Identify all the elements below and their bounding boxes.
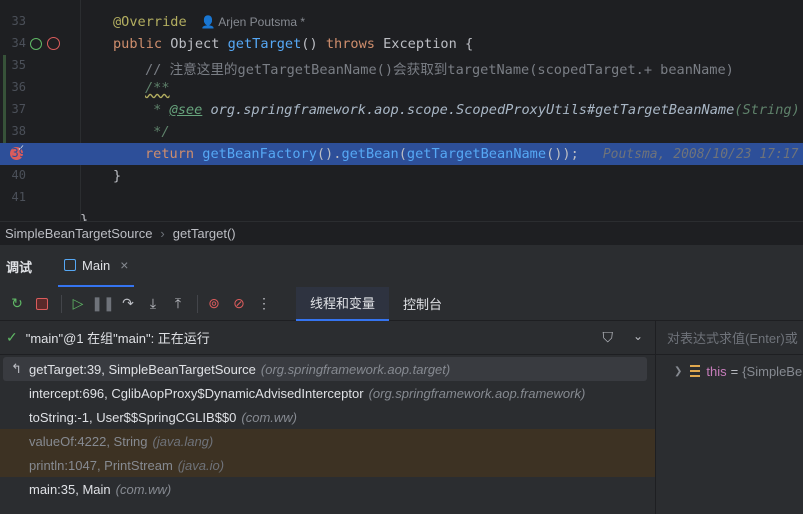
breadcrumb-class[interactable]: SimpleBeanTargetSource bbox=[5, 226, 152, 241]
frame-row[interactable]: intercept:696, CglibAopProxy$DynamicAdvi… bbox=[0, 381, 655, 405]
rerun-icon[interactable]: ↻ bbox=[6, 293, 28, 315]
more-options-icon[interactable]: ⋮ bbox=[253, 293, 275, 315]
mute-breakpoints-icon[interactable]: ⊘ bbox=[228, 293, 250, 315]
code-text: } bbox=[80, 212, 89, 221]
pause-icon[interactable]: ❚❚ bbox=[91, 293, 114, 315]
frame-package: (org.springframework.aop.framework) bbox=[368, 385, 586, 401]
frame-row[interactable]: main:35, Main (com.ww) bbox=[0, 477, 655, 501]
view-breakpoints-icon[interactable]: ⊚ bbox=[203, 293, 225, 315]
javadoc-close: */ bbox=[145, 124, 170, 140]
resume-icon[interactable]: ▷ bbox=[67, 293, 89, 315]
return-arrow-icon: ↰ bbox=[11, 361, 22, 376]
fold-glyph: ⚘ bbox=[118, 0, 125, 3]
line-number: 36 bbox=[11, 80, 26, 94]
line-number: 38 bbox=[11, 124, 26, 138]
implements-icon[interactable] bbox=[30, 38, 42, 50]
line-number: 39 bbox=[11, 146, 26, 160]
git-blame-inlay: Poutsma, 2008/10/23 17:17 bbox=[602, 147, 799, 162]
variable-value: {SimpleBe bbox=[742, 363, 803, 379]
chevron-down-icon[interactable]: ⌄ bbox=[633, 329, 643, 343]
javadoc-open: /** bbox=[145, 80, 170, 96]
frame-method: println:1047, PrintStream bbox=[29, 457, 173, 473]
thread-status: "main"@1 在组"main": 正在运行 bbox=[25, 331, 210, 346]
frame-package: (java.io) bbox=[177, 457, 225, 473]
frame-package: (java.lang) bbox=[152, 433, 214, 449]
code-text: @Override 👤 Arjen Poutsma * bbox=[113, 14, 306, 30]
variable-equals: = bbox=[730, 363, 739, 379]
frame-row-library[interactable]: valueOf:4222, String (java.lang) bbox=[0, 429, 655, 453]
breadcrumb-method[interactable]: getTarget() bbox=[173, 226, 236, 241]
frame-method: getTarget:39, SimpleBeanTargetSource bbox=[29, 361, 256, 377]
field-icon bbox=[690, 365, 701, 377]
tab-main[interactable]: Main × bbox=[58, 245, 135, 287]
author-inlay[interactable]: 👤 Arjen Poutsma * bbox=[201, 15, 305, 29]
javadoc-see: * @see org.springframework.aop.scope.Sco… bbox=[145, 102, 800, 118]
code-line-34: 34 public Object getTarget() throws Exce… bbox=[0, 33, 803, 55]
chevron-right-icon[interactable]: ❯ bbox=[674, 366, 682, 377]
code-line-40: 40 } bbox=[0, 165, 803, 187]
line-number: 34 bbox=[11, 36, 26, 50]
app-icon bbox=[64, 259, 77, 271]
chevron-right-icon: › bbox=[160, 225, 165, 241]
line-number: 37 bbox=[11, 102, 26, 116]
code-text: public Object getTarget() throws Excepti… bbox=[113, 36, 474, 52]
line-number: 41 bbox=[11, 190, 26, 204]
step-out-icon[interactable]: ⤒ bbox=[167, 293, 189, 315]
frame-method: toString:-1, User$$SpringCGLIB$$0 bbox=[29, 409, 237, 425]
frame-package: (org.springframework.aop.target) bbox=[260, 361, 451, 377]
debug-tool-window: 调试 Main × ↻ ▷ ❚❚ ↷ ⤓ ⤒ ⊚ ⊘ ⋮ 线程和变量 控制台 ✓… bbox=[0, 244, 803, 514]
stop-button[interactable] bbox=[31, 293, 53, 315]
frame-method: intercept:696, CglibAopProxy$DynamicAdvi… bbox=[29, 385, 364, 401]
frame-method: main:35, Main bbox=[29, 481, 111, 497]
line-number: 33 bbox=[11, 14, 26, 28]
step-over-icon[interactable]: ↷ bbox=[117, 293, 139, 315]
check-icon: ✓ bbox=[6, 329, 18, 345]
code-line-37: 37 * @see org.springframework.aop.scope.… bbox=[0, 99, 803, 121]
thread-selector[interactable]: ✓ "main"@1 在组"main": 正在运行 ⛉ ⌄ bbox=[0, 321, 655, 355]
code-line-36: 36 /** bbox=[0, 77, 803, 99]
tab-console[interactable]: 控制台 bbox=[389, 287, 456, 321]
frames-pane: ✓ "main"@1 在组"main": 正在运行 ⛉ ⌄ ↰ getTarge… bbox=[0, 321, 655, 514]
user-icon: 👤 bbox=[200, 15, 216, 29]
debug-header: 调试 Main × bbox=[0, 245, 803, 287]
step-into-icon[interactable]: ⤓ bbox=[142, 293, 164, 315]
frame-method: valueOf:4222, String bbox=[29, 433, 148, 449]
tab-label: Main bbox=[82, 257, 111, 273]
debug-title: 调试 bbox=[6, 259, 33, 275]
evaluate-expression-input[interactable]: 对表达式求值(Enter)或 bbox=[656, 321, 803, 355]
tab-threads-variables[interactable]: 线程和变量 bbox=[296, 286, 390, 321]
code-line-38: 38 */ bbox=[0, 121, 803, 143]
frame-row[interactable]: ↰ getTarget:39, SimpleBeanTargetSource (… bbox=[3, 357, 647, 381]
code-comment: // 注意这里的getTargetBeanName()会获取到targetNam… bbox=[145, 62, 734, 78]
toolbar-divider bbox=[61, 294, 62, 313]
frame-package: (com.ww) bbox=[241, 409, 297, 425]
variable-row[interactable]: ❯ this = {SimpleBe bbox=[656, 359, 803, 383]
filter-icon[interactable]: ⛉ bbox=[603, 329, 614, 346]
code-editor[interactable]: ⚘ 33 @Override👤 Arjen Poutsma * 34 publi… bbox=[0, 0, 803, 221]
breakpoint-method-icon[interactable] bbox=[47, 37, 60, 50]
code-line-39-current: ✓ 39 return getBeanFactory().getBean(get… bbox=[0, 143, 803, 165]
frame-package: (com.ww) bbox=[115, 481, 172, 497]
close-icon[interactable]: × bbox=[120, 257, 128, 273]
frame-row-library[interactable]: println:1047, PrintStream (java.io) bbox=[0, 453, 655, 477]
code-line-41: 41 bbox=[0, 187, 803, 209]
stop-icon bbox=[36, 297, 48, 310]
line-number: 35 bbox=[11, 58, 26, 72]
breadcrumb: SimpleBeanTargetSource › getTarget() bbox=[0, 221, 803, 244]
variable-name: this bbox=[706, 363, 727, 379]
code-text: return getBeanFactory().getBean(getTarge… bbox=[145, 146, 799, 162]
line-number: 40 bbox=[11, 168, 26, 182]
code-line-33: 33 @Override 👤 Arjen Poutsma * bbox=[0, 11, 803, 33]
frame-row[interactable]: toString:-1, User$$SpringCGLIB$$0 (com.w… bbox=[0, 405, 655, 429]
toolbar-divider bbox=[197, 294, 198, 313]
debug-toolbar: ↻ ▷ ❚❚ ↷ ⤓ ⤒ ⊚ ⊘ ⋮ 线程和变量 控制台 bbox=[0, 286, 803, 321]
code-line-35: 35 // 注意这里的getTargetBeanName()会获取到target… bbox=[0, 55, 803, 78]
code-line-42: } bbox=[0, 209, 803, 221]
variables-pane: 对表达式求值(Enter)或 ❯ this = {SimpleBe bbox=[655, 321, 803, 514]
code-text: } bbox=[113, 168, 122, 184]
